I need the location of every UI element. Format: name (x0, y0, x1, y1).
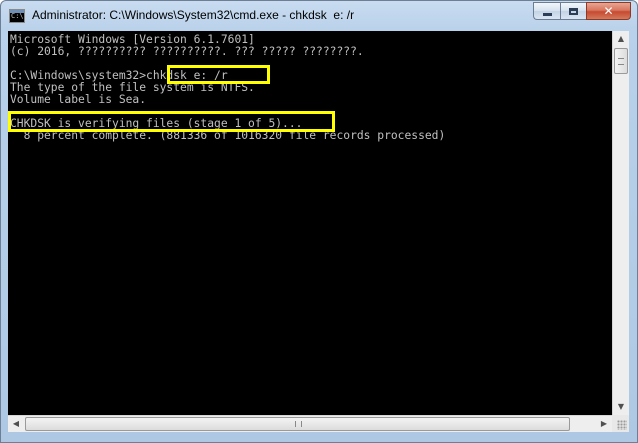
cmd-icon[interactable]: C:\ (9, 9, 25, 23)
scrollbar-corner (612, 415, 629, 432)
close-button[interactable]: ✕ (586, 2, 631, 20)
vertical-scrollbar[interactable]: ▲ ▼ (612, 31, 629, 415)
console-line-volume: Volume label is Sea. (10, 93, 147, 106)
minimize-button[interactable] (533, 2, 560, 20)
scroll-down-icon[interactable]: ▼ (613, 399, 629, 415)
console-line-copyright: (c) 2016, ?????????? ??????????. ??? ???… (10, 45, 364, 58)
title-bar[interactable]: C:\ Administrator: C:\Windows\System32\c… (1, 1, 637, 31)
vertical-scroll-thumb[interactable] (614, 48, 628, 74)
maximize-icon (569, 7, 578, 15)
console-output[interactable]: Microsoft Windows [Version 6.1.7601] (c)… (8, 31, 612, 415)
resize-grip-icon[interactable] (617, 420, 627, 430)
highlight-stage-box (8, 111, 335, 132)
highlight-command-box (167, 65, 270, 84)
horizontal-scroll-thumb[interactable] (25, 417, 570, 431)
scroll-left-icon[interactable]: ◀ (8, 416, 24, 432)
scroll-right-icon[interactable]: ▶ (596, 416, 612, 432)
cmd-window: C:\ Administrator: C:\Windows\System32\c… (0, 0, 638, 443)
close-icon: ✕ (603, 4, 614, 18)
caption-buttons: ✕ (533, 2, 631, 21)
maximize-button[interactable] (560, 2, 586, 20)
scroll-up-icon[interactable]: ▲ (613, 31, 629, 47)
minimize-icon (542, 12, 552, 16)
window-title: Administrator: C:\Windows\System32\cmd.e… (32, 8, 355, 22)
horizontal-scrollbar[interactable]: ◀ ▶ (8, 415, 612, 432)
